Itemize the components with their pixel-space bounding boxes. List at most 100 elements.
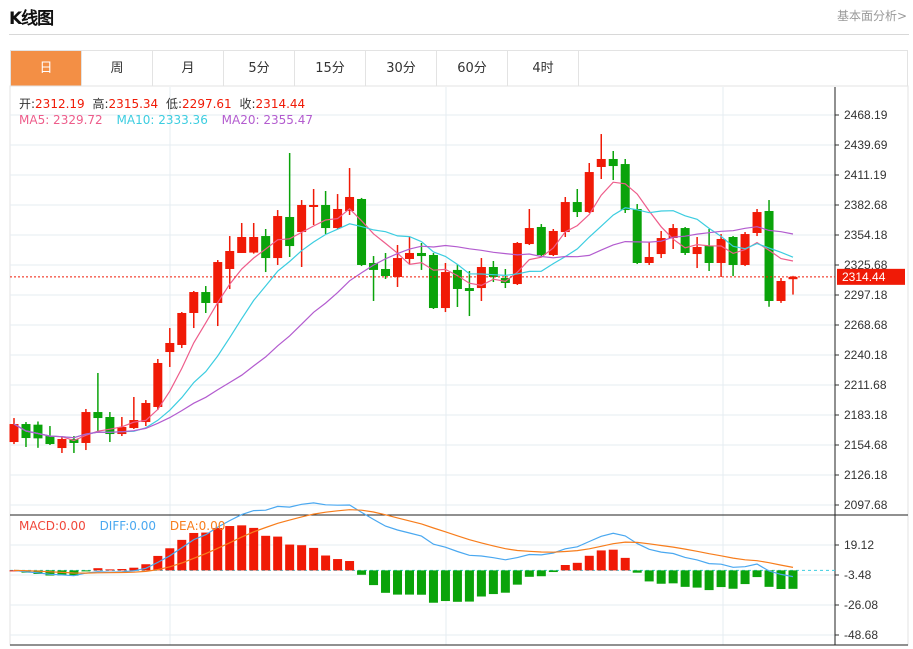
- candle-body: [357, 198, 367, 265]
- macd-bar: [381, 570, 391, 593]
- macd-bar: [704, 570, 714, 591]
- macd-bar: [201, 532, 211, 571]
- price-tick-label: 2183.18: [844, 408, 888, 422]
- candle-body: [764, 210, 774, 301]
- low-label: 低:: [166, 97, 183, 111]
- candle-body: [584, 172, 594, 213]
- candle-body: [596, 158, 606, 167]
- macd-bar: [464, 570, 474, 602]
- candle-body: [788, 276, 798, 280]
- macd-tick-label: -48.68: [844, 628, 878, 642]
- macd-bar: [596, 550, 606, 571]
- ohlc-legend: 开:2312.19 高:2315.34 低:2297.61 收:2314.44: [19, 95, 309, 112]
- candle-body: [776, 280, 786, 301]
- candle-body: [141, 402, 151, 423]
- candle-body: [45, 436, 55, 445]
- candle-body: [428, 254, 438, 309]
- candle-body: [33, 424, 43, 439]
- candle-body: [608, 158, 618, 167]
- candle-body: [249, 236, 259, 253]
- candle-body: [704, 246, 714, 263]
- macd-legend: MACD:0.00 DIFF:0.00 DEA:0.00: [19, 519, 229, 533]
- macd-bar: [524, 570, 534, 577]
- high-label: 高:: [92, 97, 109, 111]
- price-tick-label: 2154.68: [844, 438, 888, 452]
- candle-body: [632, 208, 642, 263]
- macd-bar: [440, 570, 450, 602]
- candle-body: [225, 250, 235, 269]
- price-tick-label: 2097.68: [844, 498, 888, 512]
- candle-body: [309, 204, 319, 207]
- ma-legend: MA5: 2329.72 MA10: 2333.36 MA20: 2355.47: [19, 113, 317, 127]
- macd-bar: [345, 561, 355, 571]
- macd-bar: [81, 570, 91, 572]
- macd-bar: [309, 547, 319, 571]
- candle-body: [488, 266, 498, 277]
- price-tick-label: 2354.18: [844, 228, 888, 242]
- price-tick-label: 2382.68: [844, 198, 888, 212]
- candle-body: [297, 204, 307, 233]
- close-value: 2314.44: [255, 97, 306, 111]
- candle-body: [536, 226, 546, 255]
- macd-bar: [153, 555, 163, 571]
- macd-bar: [452, 570, 462, 602]
- macd-tick-label: -26.08: [844, 598, 878, 612]
- macd-bar: [788, 570, 798, 589]
- macd-bar: [680, 570, 690, 587]
- ma5-value: MA5: 2329.72: [19, 113, 103, 127]
- candle-body: [524, 228, 534, 245]
- price-tick-label: 2439.69: [844, 138, 888, 152]
- macd-bar: [548, 570, 558, 573]
- macd-bar: [656, 570, 666, 584]
- open-label: 开:: [19, 97, 36, 111]
- candle-body: [752, 212, 762, 233]
- candle-body: [440, 272, 450, 309]
- candle-body: [680, 228, 690, 253]
- macd-tick-label: -3.48: [844, 568, 872, 582]
- macd-bar: [261, 535, 271, 571]
- candle-body: [177, 312, 187, 345]
- ma10-value: MA10: 2333.36: [116, 113, 208, 127]
- macd-bar: [321, 555, 331, 571]
- candle-body: [273, 216, 283, 259]
- macd-value: MACD:0.00: [19, 519, 86, 533]
- candle-body: [105, 416, 115, 435]
- current-price-label: 2314.44: [842, 270, 886, 284]
- candle-body: [57, 438, 67, 449]
- price-tick-label: 2297.18: [844, 288, 888, 302]
- candle-body: [464, 288, 474, 291]
- macd-bar: [237, 525, 247, 571]
- macd-bar: [93, 568, 103, 571]
- candle-body: [165, 342, 175, 353]
- high-value: 2315.34: [108, 97, 159, 111]
- candle-body: [81, 412, 91, 443]
- macd-tick-label: 19.12: [844, 538, 874, 552]
- macd-bar: [716, 570, 726, 588]
- macd-bar: [297, 545, 307, 571]
- macd-bar: [333, 559, 343, 571]
- macd-bar: [416, 570, 426, 595]
- low-value: 2297.61: [182, 97, 232, 111]
- macd-bar: [644, 570, 654, 582]
- candle-body: [93, 412, 103, 419]
- macd-bar: [752, 570, 762, 578]
- ma5-line: [13, 181, 794, 442]
- candle-body: [321, 204, 331, 229]
- diff-line: [13, 502, 794, 578]
- candle-body: [572, 202, 582, 213]
- dea-value: DEA:0.00: [169, 519, 226, 533]
- macd-bar: [620, 557, 630, 571]
- chart-frame: [9, 85, 909, 646]
- macd-bar: [692, 570, 702, 588]
- price-tick-label: 2126.18: [844, 468, 888, 482]
- macd-bar: [488, 570, 498, 595]
- macd-bar: [764, 570, 774, 587]
- macd-bar: [668, 570, 678, 584]
- candle-body: [404, 252, 414, 259]
- macd-bar: [404, 570, 414, 595]
- ma20-value: MA20: 2355.47: [221, 113, 313, 127]
- macd-bar: [393, 570, 403, 595]
- macd-bar: [428, 570, 438, 603]
- macd-bar: [117, 569, 127, 571]
- candle-body: [644, 256, 654, 263]
